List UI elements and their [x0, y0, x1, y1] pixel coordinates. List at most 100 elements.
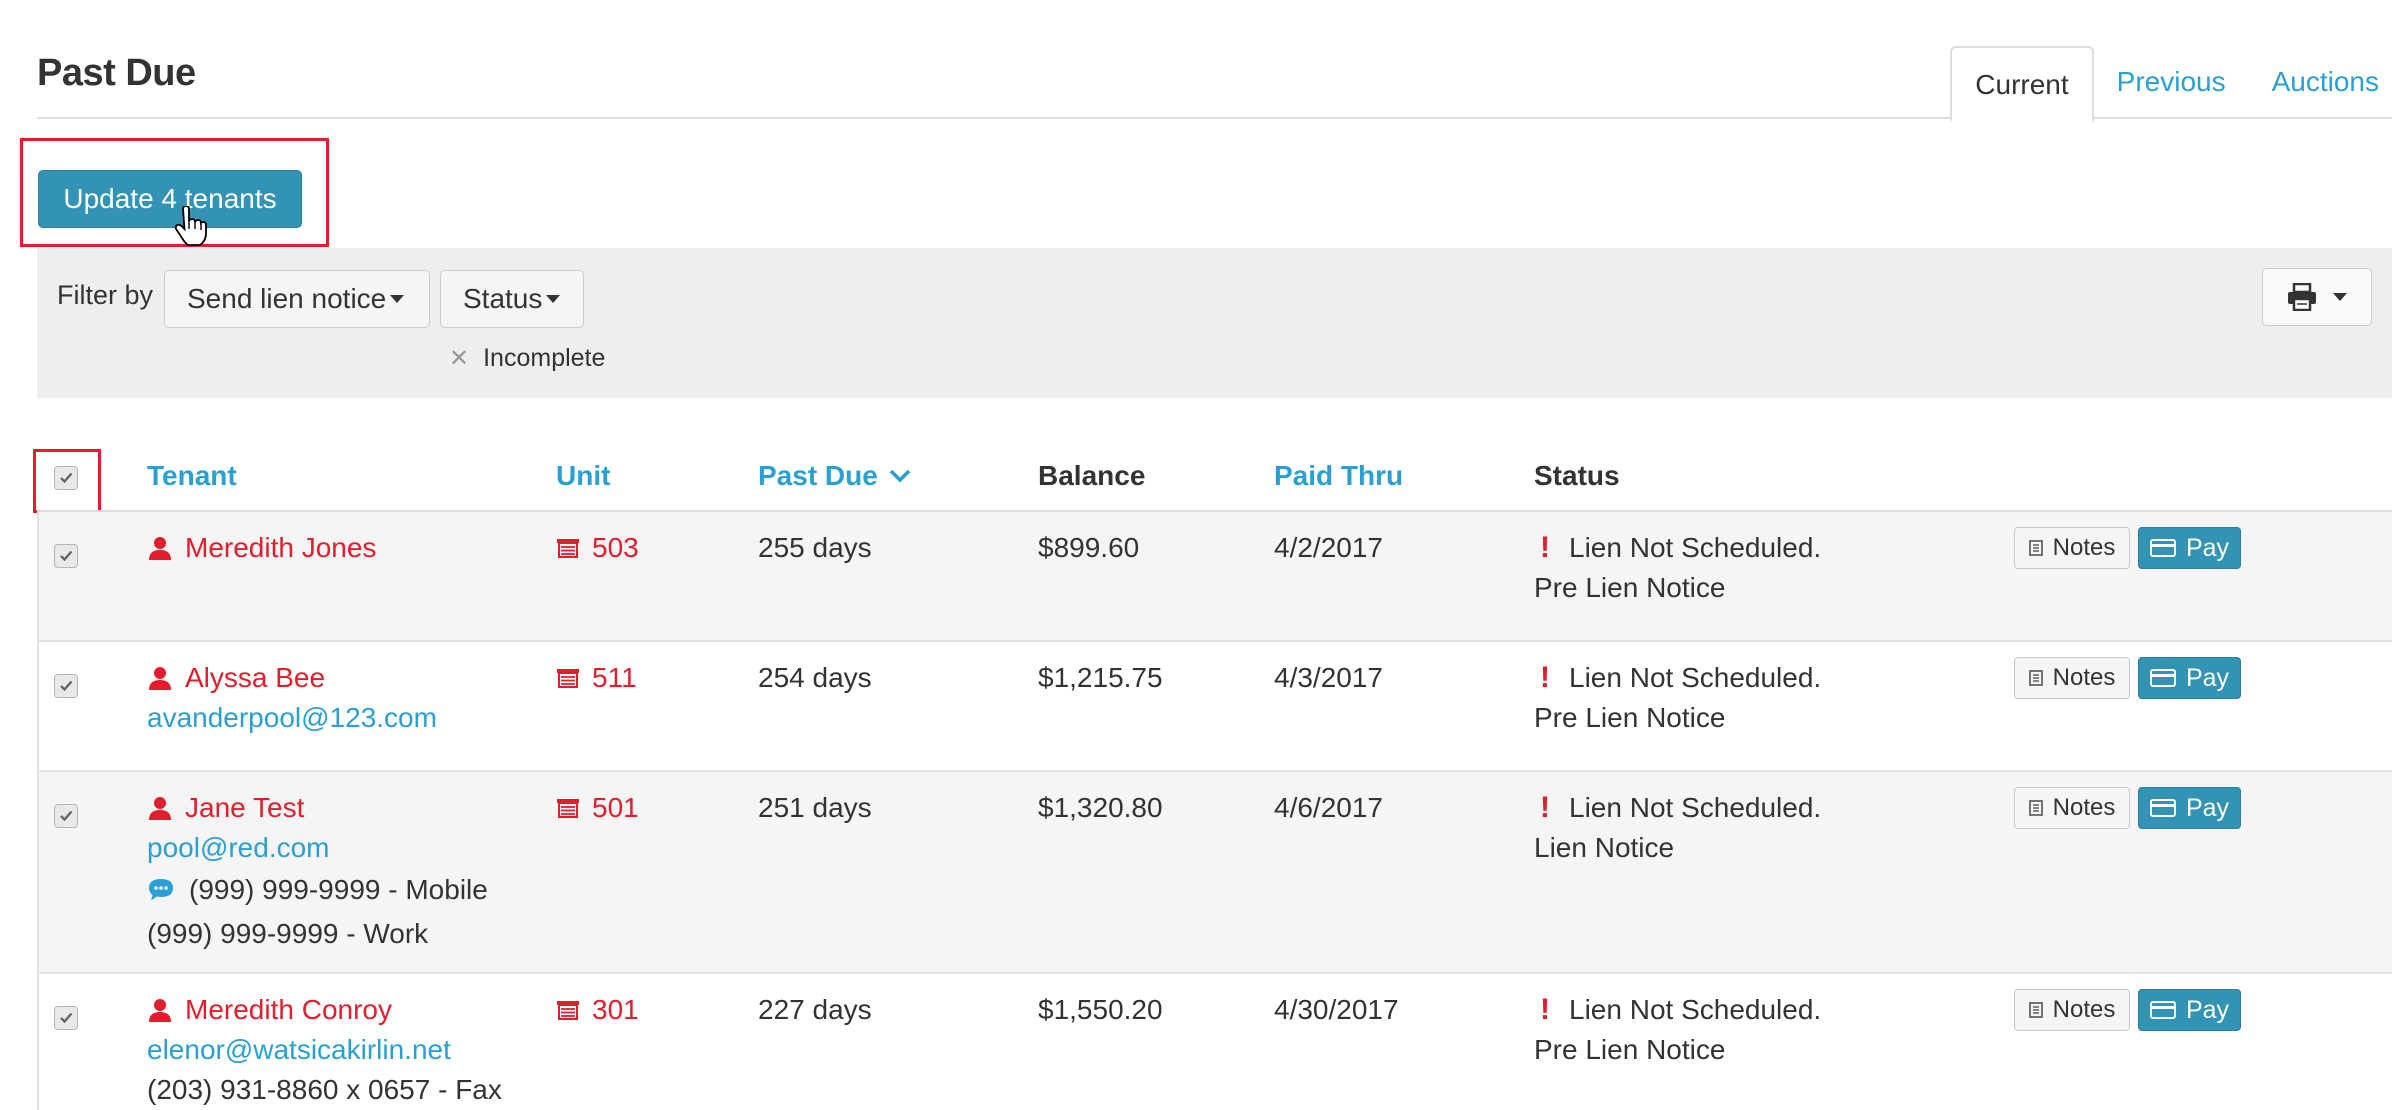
notes-icon: [2028, 670, 2043, 686]
status-dropdown[interactable]: Status: [440, 270, 584, 328]
send-lien-notice-label: Send lien notice: [187, 283, 387, 314]
update-tenants-button[interactable]: Update 4 tenants: [38, 170, 302, 228]
print-dropdown-button[interactable]: [2262, 268, 2372, 326]
pay-label: Pay: [2185, 793, 2230, 822]
storage-unit-icon: [557, 1001, 579, 1020]
column-header-paid-thru[interactable]: Paid Thru: [1274, 460, 1403, 492]
tenant-name-link[interactable]: Meredith Conroy: [147, 990, 502, 1030]
balance-amount: $1,320.80: [1038, 792, 1163, 823]
unit-link[interactable]: 301: [556, 990, 639, 1030]
mobile-phone-line: (999) 999-9999 - Mobile: [141, 870, 488, 910]
notes-label: Notes: [2052, 794, 2116, 821]
chat-bubble-icon[interactable]: [147, 877, 175, 903]
tenant-name-link[interactable]: Jane Test: [147, 788, 488, 828]
past-due-days: 254 days: [758, 662, 872, 693]
table-row: Alyssa Bee avanderpool@123.com 511 254 d…: [37, 642, 2392, 772]
alert-icon: !: [1540, 791, 1550, 824]
unit-number: 501: [592, 792, 639, 823]
storage-unit-icon: [557, 799, 579, 818]
status-main: Lien Not Scheduled.: [1569, 532, 1822, 563]
paid-thru-date: 4/3/2017: [1274, 662, 1383, 693]
table-row: Meredith Jones 503 255 days $899.60 4/2/…: [37, 512, 2392, 642]
paid-thru-date: 4/6/2017: [1274, 792, 1383, 823]
tab-previous[interactable]: Previous: [2094, 45, 2249, 120]
status-main: Lien Not Scheduled.: [1569, 792, 1822, 823]
filter-label: Filter by: [57, 280, 154, 310]
unit-link[interactable]: 501: [556, 788, 639, 828]
storage-unit-icon: [557, 539, 579, 558]
tenant-cell: Meredith Jones: [147, 528, 376, 568]
view-tabs: Current Previous Auctions: [1950, 44, 2402, 122]
pay-label: Pay: [2185, 533, 2230, 562]
table-row: Jane Test pool@red.com (999) 999-9999 - …: [37, 772, 2392, 974]
status-cell: ! Lien Not Scheduled. Pre Lien Notice: [1534, 658, 1821, 738]
tenant-name-link[interactable]: Meredith Jones: [147, 528, 376, 568]
active-filter-label: Incomplete: [483, 344, 606, 372]
chevron-down-icon: [546, 295, 561, 303]
user-icon: [149, 537, 171, 560]
mobile-phone: (999) 999-9999 - Mobile: [189, 874, 488, 905]
column-header-balance: Balance: [1038, 460, 1146, 491]
row-checkbox[interactable]: [54, 674, 78, 698]
credit-card-icon: [2149, 669, 2176, 687]
chevron-down-icon: [390, 295, 405, 303]
hand-cursor-icon: [174, 206, 207, 246]
tenant-name-link[interactable]: Alyssa Bee: [147, 658, 437, 698]
tenant-name: Meredith Jones: [185, 532, 377, 563]
user-icon: [149, 797, 171, 820]
pay-label: Pay: [2185, 995, 2230, 1024]
balance-amount: $1,550.20: [1038, 994, 1163, 1025]
status-main: Lien Not Scheduled.: [1569, 994, 1822, 1025]
credit-card-icon: [2149, 539, 2176, 557]
tenant-name: Meredith Conroy: [185, 994, 392, 1025]
chevron-down-icon: [2333, 293, 2347, 301]
pay-button[interactable]: Pay: [2138, 787, 2241, 829]
notes-label: Notes: [2052, 996, 2116, 1023]
remove-filter-icon[interactable]: ✕: [449, 344, 469, 373]
row-checkbox[interactable]: [54, 544, 78, 568]
column-header-tenant[interactable]: Tenant: [147, 460, 237, 492]
column-header-unit[interactable]: Unit: [556, 460, 610, 492]
table-left-border: [37, 512, 39, 1110]
row-checkbox[interactable]: [54, 804, 78, 828]
page-title: Past Due: [37, 52, 196, 94]
row-checkbox[interactable]: [54, 1006, 78, 1030]
tenant-cell: Jane Test pool@red.com (999) 999-9999 - …: [147, 788, 488, 954]
balance-amount: $1,215.75: [1038, 662, 1163, 693]
tab-current[interactable]: Current: [1950, 46, 2094, 122]
status-cell: ! Lien Not Scheduled. Pre Lien Notice: [1534, 990, 1821, 1070]
status-main: Lien Not Scheduled.: [1569, 662, 1822, 693]
notes-icon: [2028, 800, 2043, 816]
status-cell: ! Lien Not Scheduled. Lien Notice: [1534, 788, 1821, 868]
notes-button[interactable]: Notes: [2014, 787, 2130, 829]
send-lien-notice-dropdown[interactable]: Send lien notice: [164, 270, 430, 328]
pay-button[interactable]: Pay: [2138, 657, 2241, 699]
select-all-checkbox[interactable]: [54, 466, 78, 490]
column-header-past-due[interactable]: Past Due: [758, 460, 912, 492]
pay-button[interactable]: Pay: [2138, 527, 2241, 569]
status-sub: Lien Notice: [1534, 832, 1675, 863]
tenant-email-link[interactable]: elenor@watsicakirlin.net: [147, 1030, 502, 1070]
active-filter-chip: ✕ Incomplete: [449, 344, 605, 373]
unit-link[interactable]: 503: [556, 528, 639, 568]
column-header-status: Status: [1534, 460, 1620, 491]
pay-button[interactable]: Pay: [2138, 989, 2241, 1031]
notes-label: Notes: [2052, 664, 2116, 691]
tab-auctions[interactable]: Auctions: [2249, 45, 2402, 120]
notes-button[interactable]: Notes: [2014, 989, 2130, 1031]
other-phone: (999) 999-9999 - Work: [147, 918, 429, 949]
tenant-email-link[interactable]: avanderpool@123.com: [147, 698, 437, 738]
tenant-cell: Meredith Conroy elenor@watsicakirlin.net…: [147, 990, 502, 1110]
sort-descending-icon: [889, 469, 911, 483]
paid-thru-date: 4/30/2017: [1274, 994, 1399, 1025]
status-sub: Pre Lien Notice: [1534, 572, 1726, 603]
notes-button[interactable]: Notes: [2014, 527, 2130, 569]
notes-button[interactable]: Notes: [2014, 657, 2130, 699]
past-due-days: 251 days: [758, 792, 872, 823]
unit-link[interactable]: 511: [556, 658, 637, 698]
notes-label: Notes: [2052, 534, 2116, 561]
status-sub: Pre Lien Notice: [1534, 702, 1726, 733]
filter-bar: Filter by Send lien notice Status ✕ Inco…: [37, 248, 2392, 398]
paid-thru-date: 4/2/2017: [1274, 532, 1383, 563]
tenant-email-link[interactable]: pool@red.com: [147, 828, 488, 868]
